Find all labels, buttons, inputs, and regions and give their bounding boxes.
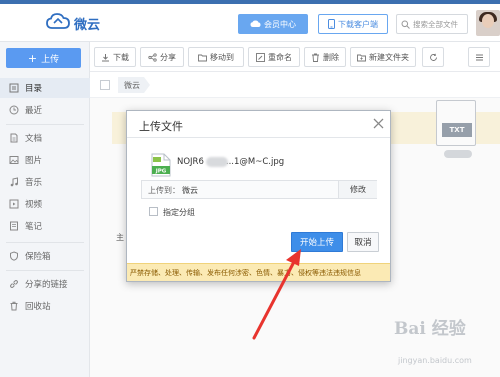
cloud-vip-icon [250,20,261,27]
rename-label: 重命名 [268,52,292,62]
sidebar-item-documents[interactable]: 文档 [0,128,90,148]
plus-icon: + [27,51,38,65]
edit-icon [256,52,265,62]
rename-button[interactable]: 重命名 [248,47,300,67]
search-placeholder: 搜索全部文件 [413,19,458,29]
modify-destination-button[interactable]: 修改 [338,181,377,198]
image-icon [9,155,19,165]
sidebar-item-recycle-bin[interactable]: 回收站 [0,296,90,316]
toolbar: 下载 分享 移动到 重命名 删除 新建文件夹 [90,42,500,72]
note-icon [9,221,19,231]
sidebar-item-directory[interactable]: 目录 [0,78,90,98]
sidebar-item-recent[interactable]: 最近 [0,100,90,120]
sidebar-item-label: 图片 [25,156,43,166]
jpg-badge-text: JPG [155,169,167,175]
sidebar-item-music[interactable]: 音乐 [0,172,90,192]
breadcrumb: 微云 [90,72,500,98]
sidebar: + 上传 目录 最近 文档 图片 音乐 视频 笔记 保险箱 分享的链接 回收站 [0,42,90,377]
sidebar-item-label: 最近 [25,106,43,116]
app-name: 微云 [74,18,101,33]
file-name: NOJR6 ...1@M~C.jpg [177,157,284,167]
upload-label: 上传 [41,54,60,65]
share-button[interactable]: 分享 [140,47,184,67]
window-title-strip [0,0,500,4]
video-icon [9,199,19,209]
top-bar: 微云 会员中心 下载客户端 搜索全部文件 [0,0,500,42]
avatar[interactable] [476,10,500,36]
delete-label: 删除 [323,52,339,62]
search-icon [401,20,410,29]
list-view-button[interactable] [468,47,490,67]
directory-icon [9,83,19,93]
file-name-end: ...1@M~C.jpg [225,157,285,167]
download-icon [101,53,110,62]
specify-group-checkbox[interactable] [149,207,158,216]
destination-value: 微云 [182,186,198,195]
delete-button[interactable]: 删除 [304,47,346,67]
weiyun-logo-icon [46,13,70,29]
refresh-button[interactable] [422,47,444,67]
vip-center-button[interactable]: 会员中心 [238,14,308,34]
upload-destination: 上传到： 微云 修改 [141,180,377,199]
download-label: 下载 [113,52,129,62]
music-icon [9,177,19,187]
cancel-button[interactable]: 取消 [347,232,379,252]
select-all-checkbox[interactable] [100,80,110,90]
sidebar-item-label: 音乐 [25,178,43,188]
vip-center-label: 会员中心 [264,19,296,29]
shield-icon [9,251,19,261]
start-upload-button[interactable]: 开始上传 [291,232,343,252]
move-to-label: 移动到 [210,52,234,62]
sidebar-item-label: 保险箱 [25,252,51,262]
warning-banner: 严禁存储、处理、传输、发布任何涉密、色情、暴力、侵权等违法违规信息 [127,263,390,281]
watermark-url: jingyan.baidu.com [398,356,472,365]
list-icon [475,53,484,62]
sidebar-item-label: 分享的链接 [25,280,68,290]
refresh-icon [429,53,438,62]
new-folder-button[interactable]: 新建文件夹 [350,47,416,67]
specify-group-label: 指定分组 [163,208,195,217]
new-folder-label: 新建文件夹 [369,52,409,62]
breadcrumb-label: 微云 [124,80,140,90]
download-client-label: 下载客户端 [338,19,378,29]
blurred-filename-segment [206,157,228,167]
sidebar-item-video[interactable]: 视频 [0,194,90,214]
link-icon [9,279,19,289]
watermark-text: Bai 经验 [394,319,466,339]
new-folder-icon [357,53,366,62]
sidebar-item-shared-links[interactable]: 分享的链接 [0,274,90,294]
sidebar-item-label: 目录 [25,84,43,94]
clock-icon [9,105,19,115]
sidebar-item-label: 笔记 [25,222,43,232]
upload-dialog: 上传文件 JPG NOJR6 ...1@M~C.jpg 上传到： 微云 修改 指定… [126,110,391,282]
destination-label: 上传到： [148,186,180,195]
move-to-button[interactable]: 移动到 [188,47,244,67]
sidebar-item-safe[interactable]: 保险箱 [0,246,90,266]
jpg-file-icon: JPG [151,153,171,177]
sidebar-item-notes[interactable]: 笔记 [0,216,90,236]
download-client-button[interactable]: 下载客户端 [318,14,388,34]
sidebar-item-label: 视频 [25,200,43,210]
dialog-title: 上传文件 [139,120,183,133]
close-icon[interactable] [371,116,385,130]
download-button[interactable]: 下载 [94,47,136,67]
share-label: 分享 [160,52,176,62]
trash-icon [311,53,320,62]
phone-icon [328,19,335,29]
baidu-jingyan-watermark: Bai 经验 jingyan.baidu.com [382,314,498,374]
sidebar-item-images[interactable]: 图片 [0,150,90,170]
upload-button[interactable]: + 上传 [6,48,81,68]
sidebar-item-label: 文档 [25,134,43,144]
file-name-start: NOJR6 [177,157,204,167]
search-input[interactable]: 搜索全部文件 [396,14,468,34]
share-icon [148,52,157,62]
sidebar-item-label: 回收站 [25,302,51,312]
breadcrumb-item-root[interactable]: 微云 [118,77,150,93]
document-icon [9,133,19,143]
trash-icon [9,301,19,311]
folder-move-icon [198,53,207,62]
